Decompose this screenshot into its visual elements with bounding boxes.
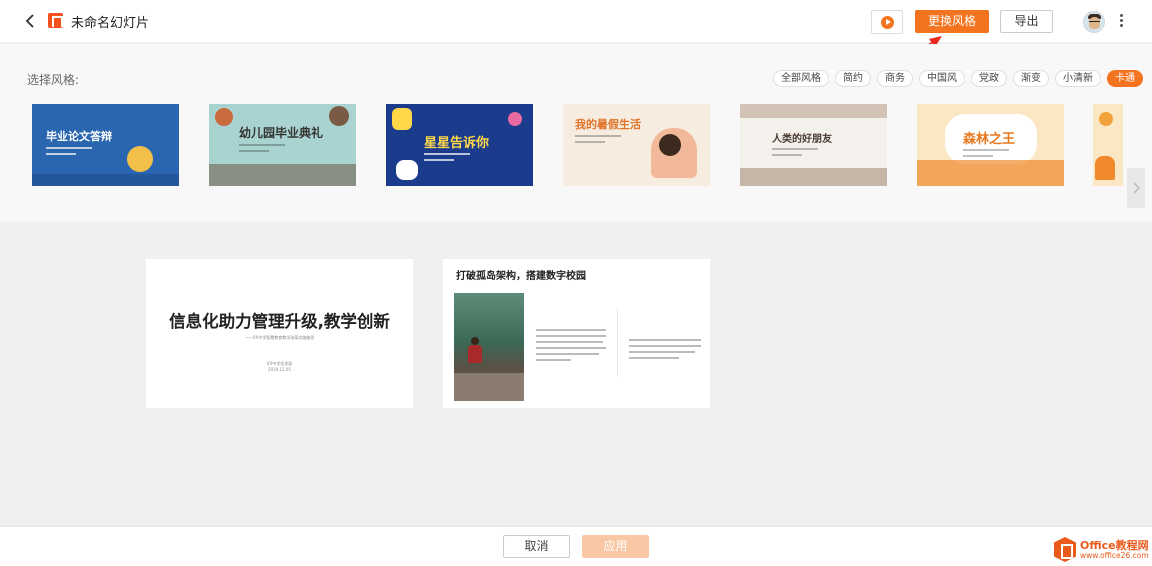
style-category-tabs: 全部风格 简约 商务 中国风 党政 渐变 小清新 卡通 [773,70,1143,87]
theme-title: 人类的好朋友 [772,134,832,145]
office-logo-icon [1054,537,1076,562]
style-picker-label: 选择风格: [27,73,80,87]
theme-thumbnail[interactable]: 人类的好朋友 [740,104,887,186]
partial-theme-thumbnail[interactable] [1093,104,1123,186]
cancel-button[interactable]: 取消 [503,535,570,558]
slide-preview-1[interactable]: 信息化助力管理升级,教学创新 ——XX中学智慧教育教学改革实施路径 XX中学信息… [146,259,413,408]
watermark-url: www.office26.com [1080,551,1149,560]
slide-preview-area: 信息化助力管理升级,教学创新 ——XX中学智慧教育教学改革实施路径 XX中学信息… [0,221,1152,526]
theme-title: 森林之王 [963,132,1016,147]
style-tab[interactable]: 中国风 [919,70,965,87]
theme-title: 毕业论文答辩 [46,130,112,143]
apply-button[interactable]: 应用 [582,535,649,558]
bottom-action-bar: 取消 应用 [0,526,1152,566]
style-tab[interactable]: 卡通 [1107,70,1143,87]
theme-title: 我的暑假生活 [575,118,641,131]
theme-thumbnail[interactable]: 幼儿园毕业典礼 [209,104,356,186]
site-watermark: Office教程网 www.office26.com [1052,536,1149,564]
style-tab[interactable]: 渐变 [1013,70,1049,87]
style-tab[interactable]: 党政 [971,70,1007,87]
slide-title: 打破孤岛架构，搭建数字校园 [456,271,586,282]
style-tab[interactable]: 商务 [877,70,913,87]
presentation-app-logo [48,13,64,28]
theme-thumbnail[interactable]: 星星告诉你 [386,104,533,186]
slide-date: 2019.12.05 [268,367,291,372]
slide-title: 信息化助力管理升级,教学创新 [169,312,390,331]
theme-title: 幼儿园毕业典礼 [239,126,324,140]
classroom-photo [454,293,524,401]
style-tab[interactable]: 简约 [835,70,871,87]
slide-body-text-left [536,329,606,365]
next-themes-button[interactable] [1127,168,1145,208]
theme-thumbnail[interactable]: 森林之王 [917,104,1064,186]
play-icon [881,16,894,29]
theme-thumbnail[interactable]: 毕业论文答辩 [32,104,179,186]
style-tab[interactable]: 小清新 [1055,70,1101,87]
slide-subtitle: ——XX中学智慧教育教学改革实施路径 [244,335,315,340]
chevron-right-icon [1133,182,1141,194]
avatar[interactable] [1083,11,1105,33]
theme-title: 星星告诉你 [424,136,490,151]
export-button[interactable]: 导出 [1000,10,1053,33]
document-title[interactable]: 未命名幻灯片 [71,12,149,31]
style-tab[interactable]: 全部风格 [773,70,829,87]
theme-thumbnail[interactable]: 我的暑假生活 [563,104,710,186]
top-bar: 未命名幻灯片 更换风格 导出 [0,0,1152,43]
style-picker-panel: 选择风格: 全部风格 简约 商务 中国风 党政 渐变 小清新 卡通 毕业论文答辩 幼儿园毕业典礼… [0,44,1152,221]
slide-preview-2[interactable]: 打破孤岛架构，搭建数字校园 [443,259,710,408]
slide-body-text-right [629,339,701,363]
more-options-icon[interactable] [1116,13,1126,30]
back-arrow-icon[interactable] [22,11,40,31]
